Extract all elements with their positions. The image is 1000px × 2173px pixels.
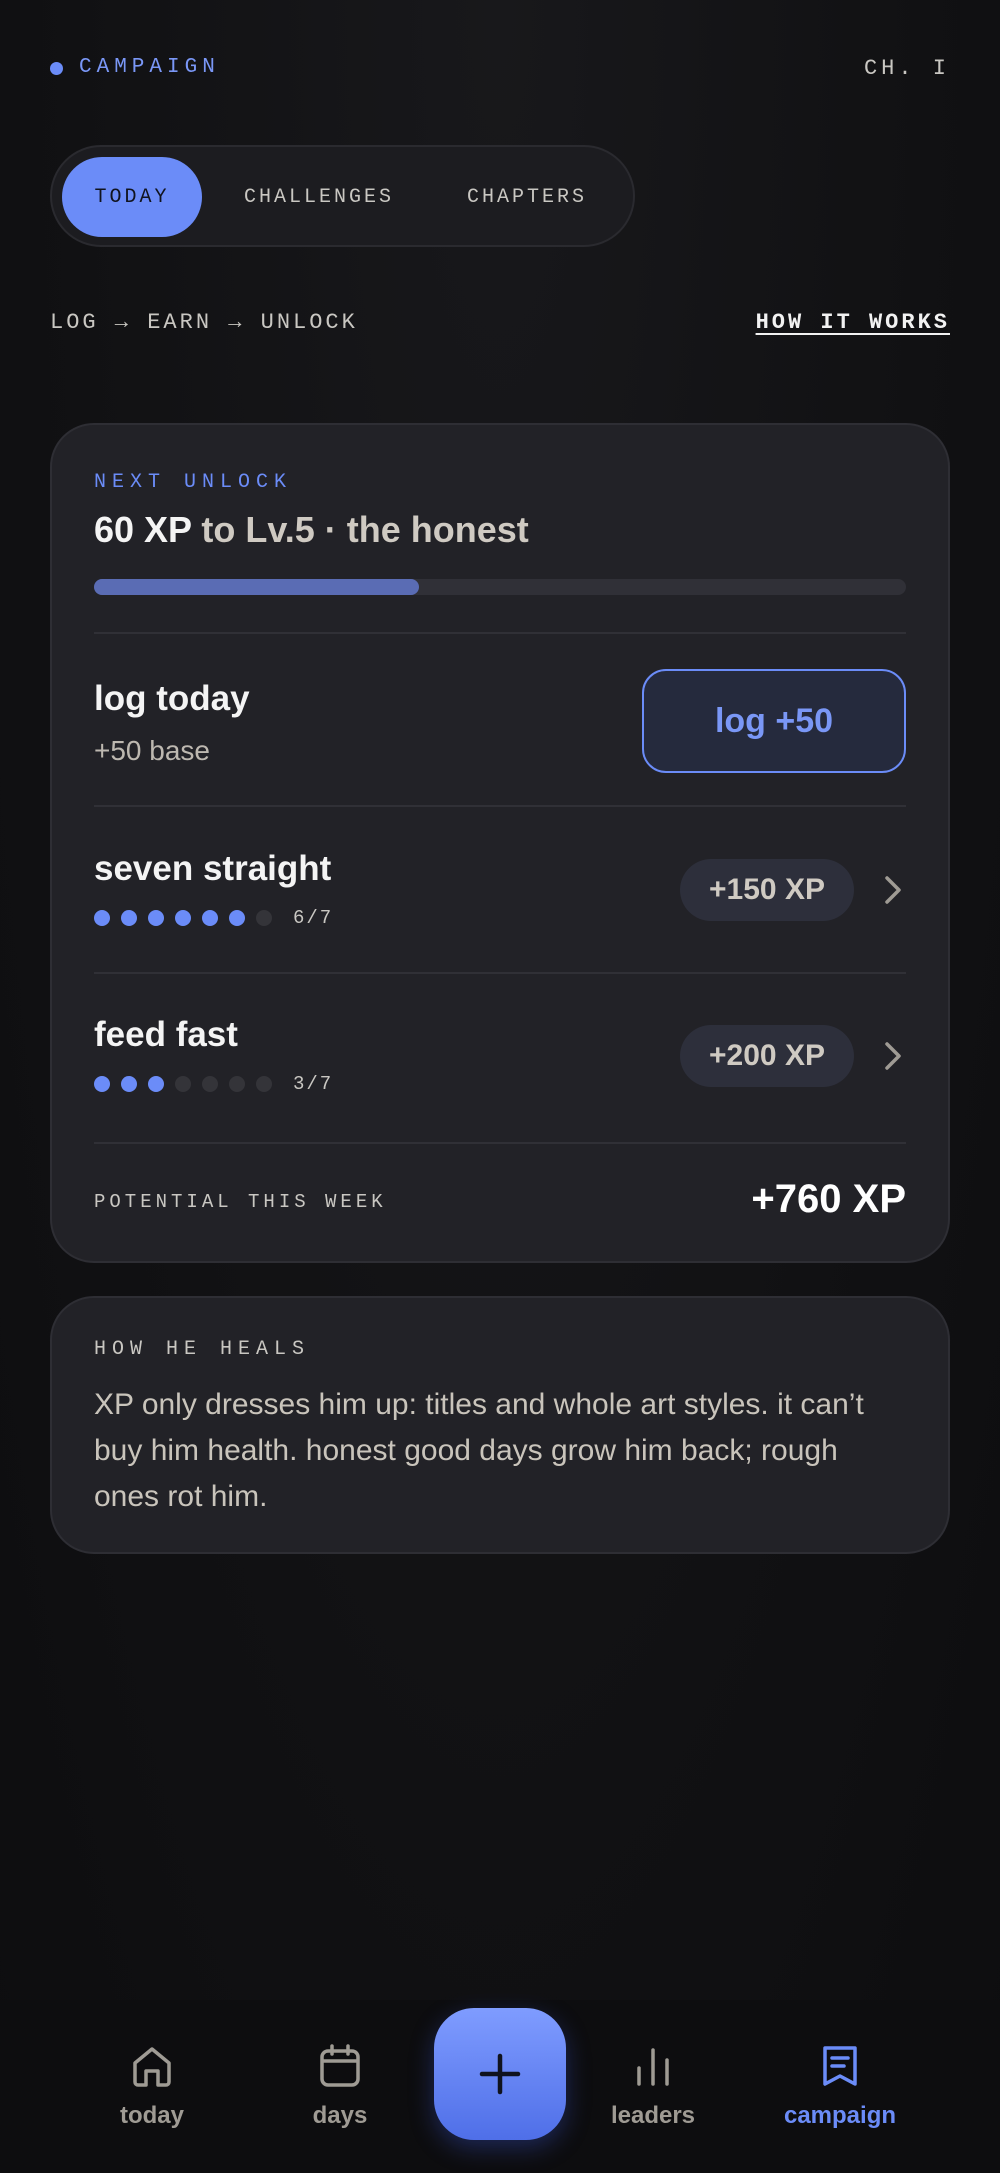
progress-dot [148,1076,164,1092]
chevron-right-icon[interactable] [880,1038,906,1074]
tab-today[interactable]: TODAY [62,157,202,237]
progress-dot [229,910,245,926]
nav-label: campaign [783,2102,897,2129]
divider [94,1142,906,1144]
potential-value: +760 XP [751,1177,906,1221]
home-icon [133,2047,171,2087]
add-button[interactable] [434,2008,566,2140]
divider [94,805,906,807]
nav-campaign[interactable]: campaign [765,2042,915,2130]
progress-dot [229,1076,245,1092]
top-bar: CAMPAIGN CH. I [50,56,950,86]
progress-dot [175,910,191,926]
progress-dot [202,910,218,926]
progress-dot [121,910,137,926]
potential-label: POTENTIAL THIS WEEK [94,1191,387,1213]
nav-leaders[interactable]: leaders [578,2042,728,2130]
divider [94,972,906,974]
challenge-progress-dots: 3/7 [94,1073,334,1095]
nav-label: today [119,2102,184,2129]
chapter-indicator: CH. I [863,56,950,81]
heal-description: XP only dresses him up: titles and whole… [94,1388,864,1513]
flow-caption: LOG → EARN → UNLOCK [50,310,358,335]
challenge-progress-dots: 6/7 [94,907,334,929]
progress-dot [148,910,164,926]
challenge-title: feed fast [94,1015,238,1054]
nav-label: days [312,2102,368,2129]
bar-chart-icon [637,2048,669,2086]
progress-dot [202,1076,218,1092]
unlock-progress-fill [94,579,419,595]
log-button[interactable]: log +50 [642,669,906,773]
progress-dot [94,910,110,926]
challenge-title: seven straight [94,849,332,888]
next-unlock-xp: 60 XP [94,509,192,550]
progress-dot [94,1076,110,1092]
how-it-works-link[interactable]: HOW IT WORKS [756,310,950,335]
challenge-reward-badge: +150 XP [680,859,854,921]
calendar-icon [320,2044,360,2087]
tab-challenges[interactable]: CHALLENGES [219,157,419,237]
log-today-title: log today [94,679,250,718]
next-unlock-target: to Lv.5 · the honest [191,509,529,550]
tab-chapters[interactable]: CHAPTERS [432,157,622,237]
bottom-navigation: today days leaders campaign [0,2000,1000,2173]
progress-card: NEXT UNLOCK 60 XP to Lv.5 · the honest l… [50,423,950,1263]
challenge-reward-badge: +200 XP [680,1025,854,1087]
section-title: CAMPAIGN [79,56,220,79]
bookmark-list-icon [823,2046,857,2086]
plus-icon [479,2053,521,2095]
progress-dot [256,1076,272,1092]
next-unlock-title: 60 XP to Lv.5 · the honest [94,509,529,551]
challenge-count: 6/7 [293,907,334,929]
heal-label: HOW HE HEALS [94,1338,311,1361]
log-today-subtitle: +50 base [94,735,210,766]
info-card: HOW HE HEALS XP only dresses him up: tit… [50,1296,950,1554]
progress-dot [256,910,272,926]
challenge-count: 3/7 [293,1073,334,1095]
nav-label: leaders [610,2102,696,2129]
nav-days[interactable]: days [265,2042,415,2130]
next-unlock-label: NEXT UNLOCK [94,471,293,494]
segmented-tabs: TODAY CHALLENGES CHAPTERS [50,145,635,247]
progress-dot [121,1076,137,1092]
divider [94,632,906,634]
status-dot [50,62,63,75]
unlock-progress-bar [94,579,906,595]
progress-dot [175,1076,191,1092]
chevron-right-icon[interactable] [880,872,906,908]
nav-today[interactable]: today [77,2042,227,2130]
